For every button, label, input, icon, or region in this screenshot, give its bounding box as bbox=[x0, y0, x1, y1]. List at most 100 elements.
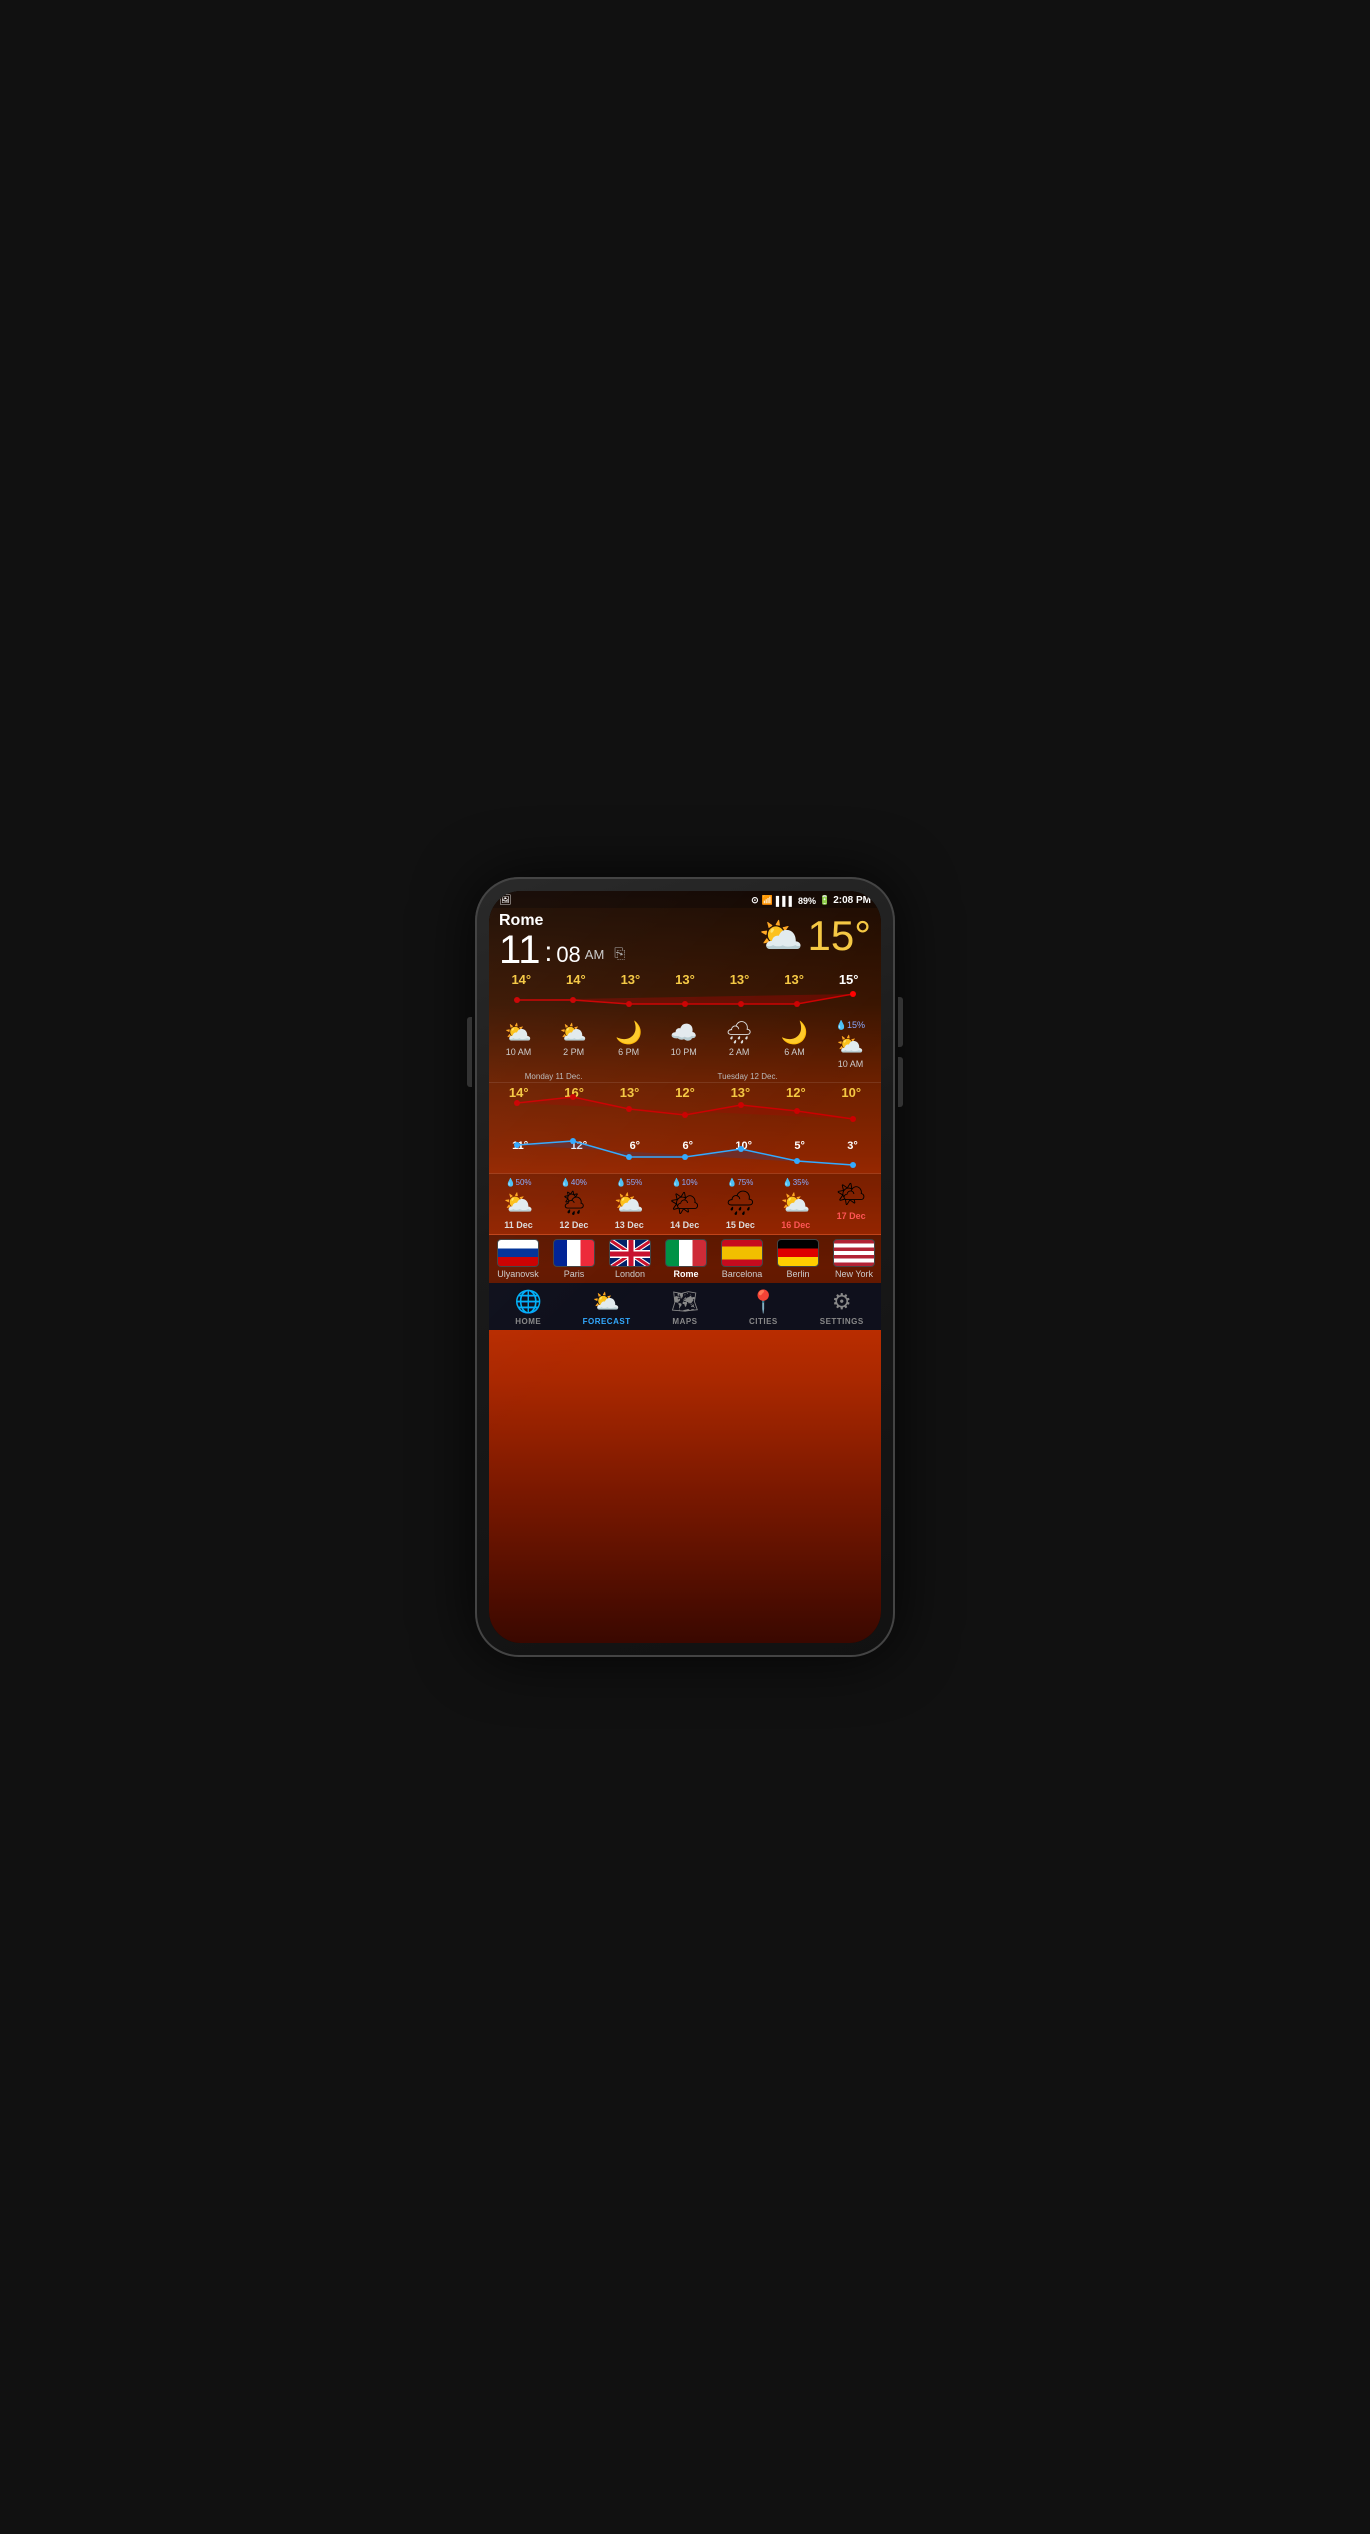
mlow-4: 10° bbox=[735, 1140, 752, 1152]
city-flag-paris[interactable]: Paris bbox=[547, 1239, 601, 1279]
nav-maps[interactable]: 🗺 MAPS bbox=[660, 1289, 710, 1326]
day-item-6[interactable]: 🌤 17 Dec bbox=[836, 1178, 866, 1230]
cities-icon: 📍 bbox=[750, 1289, 777, 1315]
hour-icon-3: ☁️ bbox=[670, 1020, 697, 1046]
weather-header: Rome 11 : 08 AM ⎘ ⛅ 15° bbox=[489, 908, 881, 972]
share-icon[interactable]: ⎘ bbox=[614, 945, 625, 970]
day-label-6: 17 Dec bbox=[837, 1211, 866, 1221]
hour-item-1: ⛅ 2 PM bbox=[560, 1020, 587, 1069]
mhigh-1: 16° bbox=[564, 1085, 584, 1100]
temp-5: 13° bbox=[784, 972, 804, 987]
volume-up-button[interactable] bbox=[898, 997, 903, 1047]
mhigh-6: 10° bbox=[841, 1085, 861, 1100]
day-rain-4: 💧75% bbox=[727, 1178, 753, 1187]
rain-pct-6: 💧15% bbox=[836, 1020, 865, 1031]
date-label-tue: Tuesday 12 Dec. bbox=[718, 1072, 778, 1081]
multiday-low-temps: 11° 12° 6° 6° 10° 5° 3° bbox=[489, 1138, 881, 1154]
hour-icon-4: 🌧 bbox=[725, 1020, 753, 1046]
nav-maps-label: MAPS bbox=[672, 1317, 697, 1326]
current-weather-icon: ⛅ bbox=[759, 915, 804, 957]
day-rain-5: 💧35% bbox=[783, 1178, 809, 1187]
temp-4: 13° bbox=[730, 972, 750, 987]
flag-italy bbox=[665, 1239, 707, 1267]
city-time-block: Rome 11 : 08 AM ⎘ bbox=[499, 912, 626, 970]
flag-usa bbox=[833, 1239, 875, 1267]
mlow-3: 6° bbox=[682, 1140, 693, 1152]
multiday-chart: 14° 16° 13° 12° 13° 12° 10° bbox=[489, 1083, 881, 1173]
battery-icon: 🔋 bbox=[819, 895, 830, 906]
status-bar: 🖼 ⊙ 📶 ▌▌▌ 89% 🔋 2:08 PM bbox=[489, 891, 881, 908]
maps-icon: 🗺 bbox=[671, 1289, 699, 1315]
city-flag-label-newyork: New York bbox=[835, 1269, 873, 1279]
city-flag-london[interactable]: London bbox=[603, 1239, 657, 1279]
day-item-4[interactable]: 💧75% 🌧 15 Dec bbox=[725, 1178, 755, 1230]
app-screen: 🖼 ⊙ 📶 ▌▌▌ 89% 🔋 2:08 PM Rome 11 : bbox=[489, 891, 881, 1643]
hour-item-3: ☁️ 10 PM bbox=[670, 1020, 697, 1069]
hourly-icons-row: ⛅ 10 AM ⛅ 2 PM 🌙 6 PM ☁️ 10 PM 🌧 2 A bbox=[489, 1016, 881, 1071]
time-minutes: 08 bbox=[556, 944, 580, 970]
day-icon-0: ⛅ bbox=[504, 1189, 534, 1218]
day-icon-1: 🌦 bbox=[559, 1189, 589, 1218]
top-temps-row: 14° 14° 13° 13° 13° 13° 15° bbox=[489, 972, 881, 987]
day-label-4: 15 Dec bbox=[726, 1220, 755, 1230]
date-labels: Monday 11 Dec. Tuesday 12 Dec. bbox=[489, 1071, 881, 1082]
day-label-5: 16 Dec bbox=[781, 1220, 810, 1230]
day-item-1[interactable]: 💧40% 🌦 12 Dec bbox=[559, 1178, 589, 1230]
time-hours: 11 bbox=[499, 930, 541, 970]
hour-item-5: 🌙 6 AM bbox=[781, 1020, 808, 1069]
day-item-3[interactable]: 💧10% 🌤 14 Dec bbox=[669, 1178, 699, 1230]
nav-cities[interactable]: 📍 CITIES bbox=[738, 1289, 788, 1326]
day-item-2[interactable]: 💧55% ⛅ 13 Dec bbox=[614, 1178, 644, 1230]
cities-flags-row: Ulyanovsk Paris bbox=[489, 1235, 881, 1283]
mlow-0: 11° bbox=[512, 1140, 528, 1152]
current-weather-inner: ⛅ 15° bbox=[759, 912, 871, 960]
mhigh-4: 13° bbox=[731, 1085, 751, 1100]
nav-settings[interactable]: ⚙ SETTINGS bbox=[817, 1289, 867, 1326]
hour-icon-2: 🌙 bbox=[615, 1020, 642, 1046]
current-weather-right: ⛅ 15° bbox=[759, 912, 871, 960]
phone-device: 🖼 ⊙ 📶 ▌▌▌ 89% 🔋 2:08 PM Rome 11 : bbox=[475, 877, 895, 1657]
hour-time-5: 6 AM bbox=[784, 1047, 805, 1057]
status-left: 🖼 bbox=[499, 895, 512, 906]
city-flag-rome[interactable]: Rome bbox=[659, 1239, 713, 1279]
day-item-5[interactable]: 💧35% ⛅ 16 Dec bbox=[781, 1178, 811, 1230]
city-flag-berlin[interactable]: Berlin bbox=[771, 1239, 825, 1279]
mhigh-3: 12° bbox=[675, 1085, 695, 1100]
nav-forecast[interactable]: ⛅ FORECAST bbox=[582, 1289, 632, 1326]
day-icon-4: 🌧 bbox=[725, 1189, 755, 1218]
day-icon-2: ⛅ bbox=[614, 1189, 644, 1218]
photo-icon: 🖼 bbox=[499, 895, 512, 906]
hour-icon-5: 🌙 bbox=[781, 1020, 808, 1046]
hour-time-4: 2 AM bbox=[729, 1047, 750, 1057]
time-colon: : bbox=[545, 938, 553, 970]
forecast-icon: ⛅ bbox=[593, 1289, 620, 1315]
city-flag-label-rome: Rome bbox=[673, 1269, 698, 1279]
current-temp: 15° bbox=[807, 912, 871, 960]
city-flag-label-london: London bbox=[615, 1269, 645, 1279]
hour-icon-0: ⛅ bbox=[505, 1020, 532, 1046]
city-flag-label-berlin: Berlin bbox=[786, 1269, 809, 1279]
daily-forecast-section: 💧50% ⛅ 11 Dec 💧40% 🌦 12 Dec 💧55% ⛅ 13 De… bbox=[489, 1174, 881, 1234]
city-flag-ulyanovsk[interactable]: Ulyanovsk bbox=[491, 1239, 545, 1279]
time-row: 11 : 08 AM ⎘ bbox=[499, 930, 626, 970]
power-button[interactable] bbox=[467, 1017, 472, 1087]
nav-home[interactable]: 🌐 HOME bbox=[503, 1289, 553, 1326]
day-label-0: 11 Dec bbox=[504, 1220, 533, 1230]
home-icon: 🌐 bbox=[514, 1289, 541, 1315]
bottom-navigation: 🌐 HOME ⛅ FORECAST 🗺 MAPS 📍 CITIES ⚙ bbox=[489, 1283, 881, 1330]
mhigh-2: 13° bbox=[620, 1085, 640, 1100]
hour-time-6: 10 AM bbox=[838, 1059, 864, 1069]
temp-0: 14° bbox=[511, 972, 531, 987]
mlow-6: 3° bbox=[847, 1140, 858, 1152]
mlow-5: 5° bbox=[794, 1140, 805, 1152]
city-flag-barcelona[interactable]: Barcelona bbox=[715, 1239, 769, 1279]
temp-1: 14° bbox=[566, 972, 586, 987]
city-flag-newyork[interactable]: New York bbox=[827, 1239, 881, 1279]
day-item-0[interactable]: 💧50% ⛅ 11 Dec bbox=[504, 1178, 534, 1230]
signal-icon: ▌▌▌ bbox=[776, 896, 795, 906]
hour-time-0: 10 AM bbox=[506, 1047, 532, 1057]
day-rain-3: 💧10% bbox=[672, 1178, 698, 1187]
flag-france bbox=[553, 1239, 595, 1267]
hour-icon-1: ⛅ bbox=[560, 1020, 587, 1046]
volume-down-button[interactable] bbox=[898, 1057, 903, 1107]
